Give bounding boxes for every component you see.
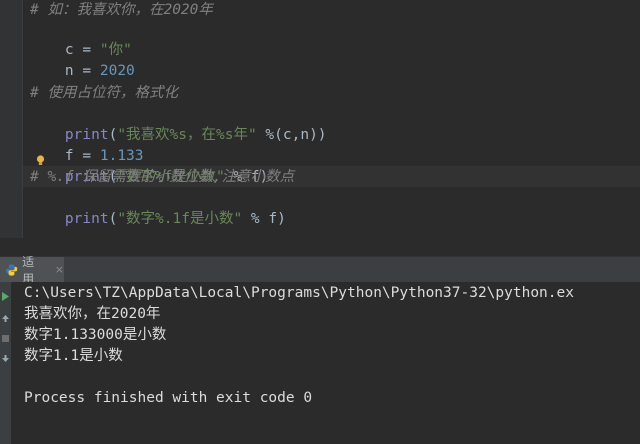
console-line-output-1: 我喜欢你，在2020年 (24, 306, 161, 322)
console-line-exit: Process finished with exit code 0 (24, 390, 313, 406)
string-literal: "数字%.1f是小数" (117, 211, 243, 227)
run-tab[interactable]: 适用 × (0, 255, 64, 286)
play-icon (2, 291, 9, 301)
code-line-assign-n[interactable]: n = 2020 (30, 40, 135, 79)
code-line-print-1[interactable]: print("我喜欢%s，在%s年" %(c,n)) (30, 104, 327, 143)
rerun-button[interactable] (0, 288, 11, 304)
stop-button[interactable] (0, 330, 11, 346)
variable-n: n (64, 63, 74, 79)
code-rest: %(c,n)) (256, 127, 327, 143)
python-icon (5, 263, 18, 276)
arrow-up-icon (2, 314, 9, 322)
down-button[interactable] (0, 350, 11, 366)
console-line-output-3: 数字1.1是小数 (24, 348, 123, 364)
code-line-print-2[interactable]: print("数字%f是小数" % f) (30, 146, 268, 185)
editor-gutter (0, 0, 23, 238)
code-line-comment-1[interactable]: # 如：我喜欢你，在2020年 (30, 0, 213, 21)
code-line-assign-c[interactable]: c = "你" (30, 19, 132, 58)
console-line-output-2: 数字1.133000是小数 (24, 327, 167, 343)
up-button[interactable] (0, 310, 11, 326)
code-line-comment-3[interactable]: # %.f 保留需要的小数位数,注意小数点 (30, 167, 294, 188)
run-toolbar (0, 282, 11, 444)
run-panel-header: 适用 × (0, 255, 640, 286)
assign-operator: = (73, 63, 100, 79)
panel-divider[interactable] (0, 238, 640, 256)
code-rest: % f) (242, 211, 286, 227)
console-line-command: C:\Users\TZ\AppData\Local\Programs\Pytho… (24, 285, 574, 301)
print-keyword: print (64, 211, 109, 227)
open-paren: ( (108, 211, 118, 227)
intention-bulb-icon[interactable] (36, 155, 45, 166)
code-line-print-3[interactable]: print("数字%.1f是小数" % f) (30, 188, 286, 227)
code-editor[interactable]: # 如：我喜欢你，在2020年 c = "你" n = 2020 # 使用占位符… (0, 0, 640, 238)
console-output[interactable]: C:\Users\TZ\AppData\Local\Programs\Pytho… (12, 282, 640, 444)
close-icon[interactable]: × (55, 263, 64, 276)
stop-icon (2, 334, 9, 342)
arrow-down-icon (2, 354, 9, 362)
number-literal: 2020 (99, 63, 135, 79)
code-line-comment-2[interactable]: # 使用占位符，格式化 (30, 83, 178, 104)
code-line-assign-f[interactable]: f = 1.133 (30, 125, 144, 164)
